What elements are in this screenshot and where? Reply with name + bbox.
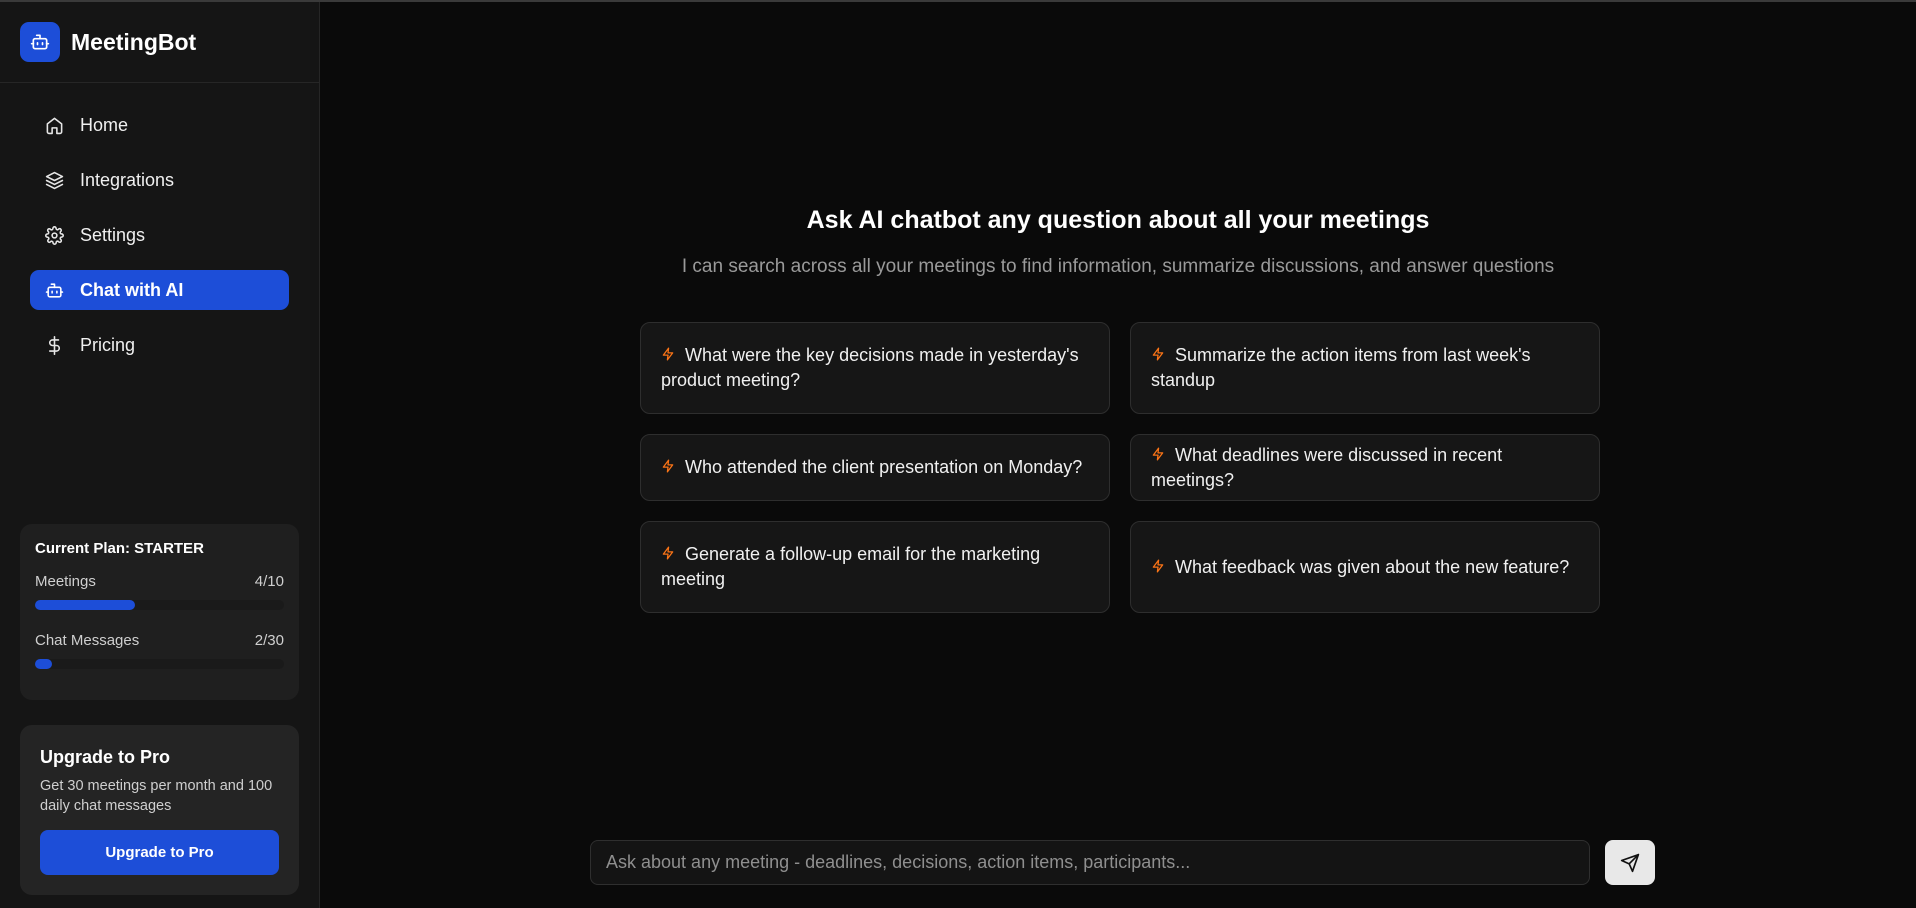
- app-name: MeetingBot: [71, 28, 197, 55]
- suggestion-text-wrap: Generate a follow-up email for the marke…: [661, 542, 1089, 592]
- upgrade-title: Upgrade to Pro: [40, 747, 171, 767]
- app-root: MeetingBot Home Integrations Settings Ch…: [0, 0, 1916, 908]
- suggestion-card[interactable]: Who attended the client presentation on …: [640, 434, 1110, 501]
- suggestion-text: Summarize the action items from last wee…: [1151, 345, 1531, 390]
- bot-icon: [44, 280, 64, 300]
- send-button[interactable]: [1605, 840, 1655, 885]
- gear-icon: [44, 225, 64, 245]
- suggestion-text: What were the key decisions made in yest…: [661, 345, 1079, 390]
- meetings-label: Meetings: [35, 573, 96, 590]
- page-subtitle: I can search across all your meetings to…: [681, 256, 1555, 277]
- lightning-icon: [1152, 447, 1164, 460]
- suggestion-text-wrap: What were the key decisions made in yest…: [661, 343, 1089, 393]
- upgrade-button[interactable]: Upgrade to Pro: [40, 830, 279, 875]
- suggestion-card[interactable]: What feedback was given about the new fe…: [1130, 521, 1600, 613]
- send-icon: [1620, 853, 1640, 872]
- suggestion-grid: What were the key decisions made in yest…: [640, 322, 1600, 613]
- lightning-icon: [1152, 559, 1164, 572]
- meetings-count: 4/10: [254, 573, 284, 590]
- upgrade-card: Upgrade to Pro Get 30 meetings per month…: [20, 725, 299, 895]
- sidebar-item-pricing[interactable]: Pricing: [30, 325, 289, 365]
- upgrade-description: Get 30 meetings per month and 100 daily …: [40, 778, 273, 814]
- plan-usage-card: Current Plan: STARTER Meetings 4/10 Chat…: [20, 524, 299, 700]
- chat-messages-progress-bar: [35, 659, 284, 669]
- sidebar-item-chat-with-ai[interactable]: Chat with AI: [30, 270, 289, 310]
- lightning-icon: [662, 347, 674, 361]
- home-icon: [44, 115, 64, 135]
- suggestion-text-wrap: What feedback was given about the new fe…: [1151, 555, 1569, 580]
- suggestion-text-wrap: Who attended the client presentation on …: [661, 455, 1082, 480]
- chat-messages-usage-row: Chat Messages 2/30: [35, 632, 284, 649]
- sidebar-item-label: Pricing: [80, 334, 136, 355]
- chat-messages-count: 2/30: [254, 632, 284, 649]
- lightning-icon: [662, 459, 674, 473]
- lightning-icon: [662, 546, 674, 560]
- suggestion-card[interactable]: Generate a follow-up email for the marke…: [640, 521, 1110, 613]
- sidebar-item-label: Settings: [80, 224, 146, 245]
- chat-composer: [590, 840, 1916, 885]
- chat-messages-label: Chat Messages: [35, 632, 140, 649]
- suggestion-text: What feedback was given about the new fe…: [1175, 556, 1570, 577]
- plan-title: Current Plan: STARTER: [35, 540, 204, 557]
- lightning-icon: [1152, 347, 1164, 361]
- suggestion-text-wrap: What deadlines were discussed in recent …: [1151, 443, 1579, 493]
- meetings-usage-row: Meetings 4/10: [35, 573, 284, 590]
- sidebar-item-label: Integrations: [80, 169, 175, 190]
- bot-icon: [20, 22, 60, 62]
- meetings-progress-bar: [35, 600, 284, 610]
- suggestion-card[interactable]: What deadlines were discussed in recent …: [1130, 434, 1600, 501]
- sidebar-item-settings[interactable]: Settings: [30, 215, 289, 255]
- chat-input[interactable]: [590, 840, 1590, 885]
- suggestion-text: What deadlines were discussed in recent …: [1151, 444, 1503, 490]
- sidebar-item-label: Chat with AI: [80, 279, 184, 300]
- brand-header: MeetingBot: [0, 2, 319, 83]
- layers-icon: [44, 170, 64, 190]
- suggestion-text: Generate a follow-up email for the marke…: [661, 544, 1041, 589]
- suggestion-text-wrap: Summarize the action items from last wee…: [1151, 343, 1579, 393]
- sidebar-item-home[interactable]: Home: [30, 105, 289, 145]
- page-title: Ask AI chatbot any question about all yo…: [806, 206, 1430, 234]
- suggestion-card[interactable]: What were the key decisions made in yest…: [640, 322, 1110, 414]
- sidebar-item-integrations[interactable]: Integrations: [30, 160, 289, 200]
- chat-main: Ask AI chatbot any question about all yo…: [320, 2, 1916, 908]
- sidebar: MeetingBot Home Integrations Settings Ch…: [0, 2, 320, 908]
- chat-messages-progress-fill: [35, 659, 52, 669]
- meetings-progress-fill: [35, 600, 135, 610]
- sidebar-nav: Home Integrations Settings Chat with AI …: [0, 83, 319, 365]
- suggestion-text: Who attended the client presentation on …: [685, 457, 1083, 477]
- dollar-icon: [44, 335, 64, 355]
- sidebar-item-label: Home: [80, 114, 129, 135]
- suggestion-card[interactable]: Summarize the action items from last wee…: [1130, 322, 1600, 414]
